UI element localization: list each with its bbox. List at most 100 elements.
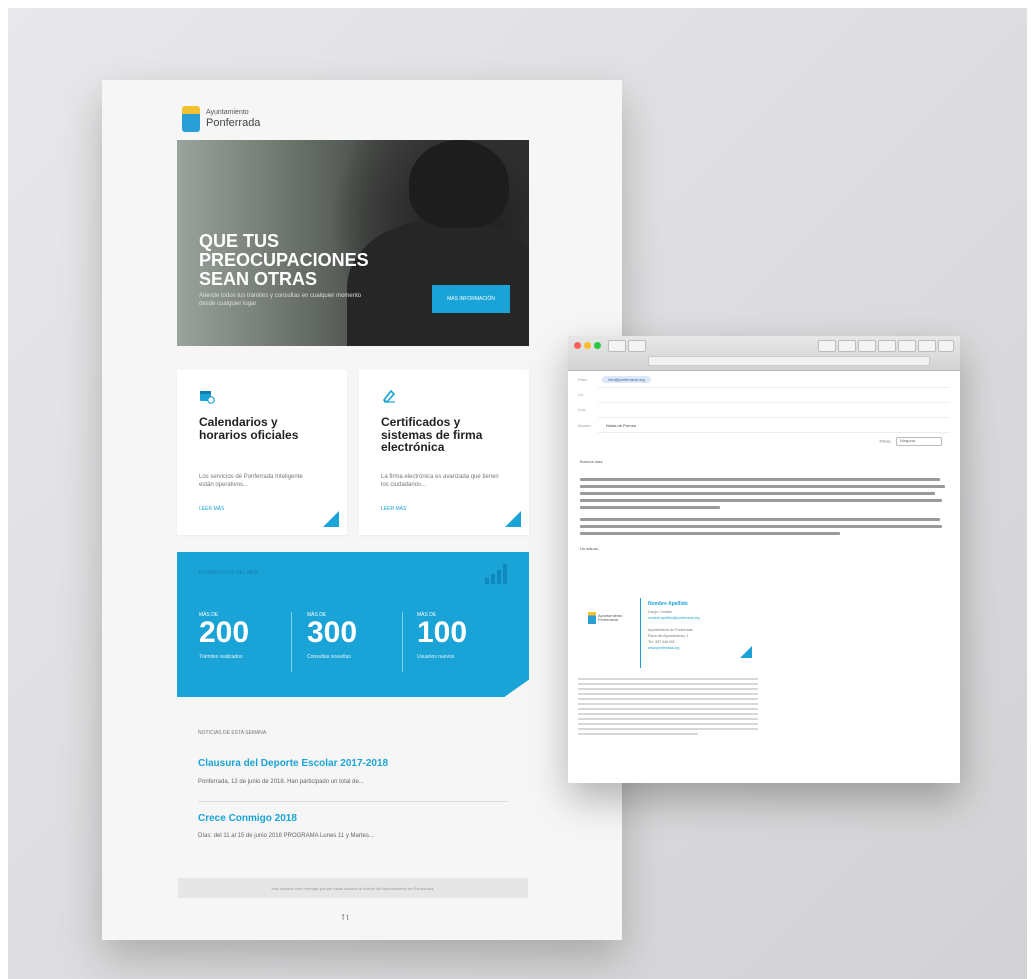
font-button[interactable] xyxy=(838,340,856,352)
signature-line: Tel.: 987 446 600 xyxy=(648,640,675,644)
hero-person-body xyxy=(347,220,529,346)
stat-item: MÁS DE 200 Trámites realizados xyxy=(199,612,249,660)
stat-item: MÁS DE 300 Consultas resueltas xyxy=(307,612,357,660)
read-more-link[interactable]: LEER MÁS xyxy=(381,506,406,512)
cco-label: Cco: xyxy=(578,407,587,412)
signature-dropdown[interactable]: Ninguna xyxy=(896,437,942,446)
corner-triangle xyxy=(323,511,339,527)
close-window-button[interactable] xyxy=(574,342,581,349)
signature-web-link[interactable]: www.ponferrada.org xyxy=(648,646,679,650)
card-title: Certificados y sistemas de firma electró… xyxy=(381,415,483,455)
read-more-link[interactable]: LEER MÁS xyxy=(199,506,224,512)
mail-titlebar xyxy=(568,336,960,371)
hero-title: QUE TUS PREOCUPACIONES SEAN OTRAS xyxy=(199,231,369,289)
signature-line: Ayuntamiento de Ponferrada xyxy=(648,628,693,632)
social-icons[interactable]: f t xyxy=(342,913,349,922)
logo-small-text: Ayuntamiento xyxy=(206,109,249,117)
zoom-window-button[interactable] xyxy=(594,342,601,349)
corner-triangle xyxy=(505,511,521,527)
crest-icon xyxy=(182,106,200,132)
legal-text-line xyxy=(578,693,758,695)
field-divider xyxy=(598,387,950,388)
stat-value: 200 xyxy=(199,616,250,649)
signature-name: Nombre Apellido xyxy=(648,601,688,607)
frame-left xyxy=(0,0,8,979)
markup-button[interactable] xyxy=(938,340,954,352)
stat-label: Usuarios nuevos xyxy=(417,654,455,660)
body-text-line xyxy=(580,506,720,509)
news-summary: Ponferrada, 12 de junio de 2018. Han par… xyxy=(198,779,364,785)
body-text-line xyxy=(580,525,942,528)
stat-label: Trámites realizados xyxy=(199,654,243,660)
legal-text-line xyxy=(578,708,758,710)
legal-text-line xyxy=(578,698,758,700)
signature-value: Ninguna xyxy=(900,438,915,443)
emoji-button[interactable] xyxy=(918,340,936,352)
body-text-line xyxy=(580,492,935,495)
body-text-line xyxy=(580,532,840,535)
card-description: La firma electrónica es avanzada que tie… xyxy=(381,474,499,489)
legal-text-line xyxy=(578,733,698,735)
body-text-line xyxy=(580,485,945,488)
news-title-link[interactable]: Crece Conmigo 2018 xyxy=(198,813,297,824)
header-fields-button[interactable] xyxy=(628,340,646,352)
news-title-link[interactable]: Clausura del Deporte Escolar 2017-2018 xyxy=(198,758,388,769)
calendar-clock-icon xyxy=(199,388,215,404)
hero-subtitle: Atiende todos tus trámites y consultas e… xyxy=(199,293,362,307)
to-recipient-chip[interactable]: info@ponferrada.org xyxy=(602,376,651,383)
signature-line: Cargo / Unidad xyxy=(648,610,672,614)
field-divider xyxy=(598,417,950,418)
signature-line: Plaza del Ayuntamiento, 1 xyxy=(648,634,689,638)
stat-divider xyxy=(402,612,403,672)
body-text-line xyxy=(580,478,940,481)
news-header: NOTICIAS DE ESTA SEMANA xyxy=(198,730,267,736)
signature-logo-text: Ayuntamiento Ponferrada xyxy=(598,613,623,623)
stat-divider xyxy=(291,612,292,672)
newsletter-logo: Ayuntamiento Ponferrada xyxy=(182,106,260,132)
photo-button[interactable] xyxy=(858,340,876,352)
signature-divider xyxy=(640,598,641,668)
legal-text-line xyxy=(578,688,758,690)
stat-item: MÁS DE 100 Usuarios nuevos xyxy=(417,612,467,660)
mail-greeting: Buenos días, xyxy=(580,459,604,464)
news-separator xyxy=(198,801,508,802)
body-text-line xyxy=(580,518,940,521)
card-certificates[interactable]: Certificados y sistemas de firma electró… xyxy=(359,370,529,535)
stats-panel: ESTADÍSTICAS DEL MES MÁS DE 200 Trámites… xyxy=(177,552,529,697)
format-button[interactable] xyxy=(898,340,916,352)
stat-value: 300 xyxy=(307,616,358,649)
mail-window: Para: info@ponferrada.org Cc: Cco: Asunt… xyxy=(568,336,960,783)
legal-text-line xyxy=(578,728,758,730)
subject-field[interactable]: Notas de Prensa xyxy=(606,423,636,428)
legal-text-line xyxy=(578,683,758,685)
logo-big-text: Ponferrada xyxy=(206,116,261,129)
cc-label: Cc: xyxy=(578,392,584,397)
field-divider xyxy=(598,402,950,403)
mail-closing: Un saludo, xyxy=(580,546,600,551)
subject-label: Asunto: xyxy=(578,423,592,428)
signature-email-link[interactable]: nombre.apellido@ponferrada.org xyxy=(648,616,699,620)
newsletter-sheet: Ayuntamiento Ponferrada QUE TUS PREOCUPA… xyxy=(102,80,622,940)
more-info-button[interactable]: MÁS INFORMACIÓN xyxy=(432,285,510,313)
signature-selector[interactable]: Firma: Ninguna xyxy=(880,437,942,446)
footer-bar: Has recibido este mensaje porque estás s… xyxy=(178,878,528,898)
stat-value: 100 xyxy=(417,616,468,649)
legal-text-line xyxy=(578,703,758,705)
card-description: Los servicios de Ponferrada Inteligente … xyxy=(199,474,303,489)
news-summary: Días: del 11 al 15 de junio 2018 PROGRAM… xyxy=(198,833,374,839)
legal-text-line xyxy=(578,723,758,725)
attach-button[interactable] xyxy=(818,340,836,352)
legal-text-line xyxy=(578,718,758,720)
hero-banner: QUE TUS PREOCUPACIONES SEAN OTRAS Atiend… xyxy=(177,140,529,346)
minimize-window-button[interactable] xyxy=(584,342,591,349)
send-button[interactable] xyxy=(608,340,626,352)
crest-icon xyxy=(588,612,596,624)
stationery-button[interactable] xyxy=(878,340,896,352)
frame-right xyxy=(1027,0,1035,979)
card-title: Calendarios y horarios oficiales xyxy=(199,415,299,442)
frame-top xyxy=(0,0,1035,8)
card-calendars[interactable]: Calendarios y horarios oficiales Los ser… xyxy=(177,370,347,535)
signature-label: Firma: xyxy=(879,438,891,444)
format-toolbar[interactable] xyxy=(648,356,930,366)
pen-signature-icon xyxy=(381,388,397,404)
